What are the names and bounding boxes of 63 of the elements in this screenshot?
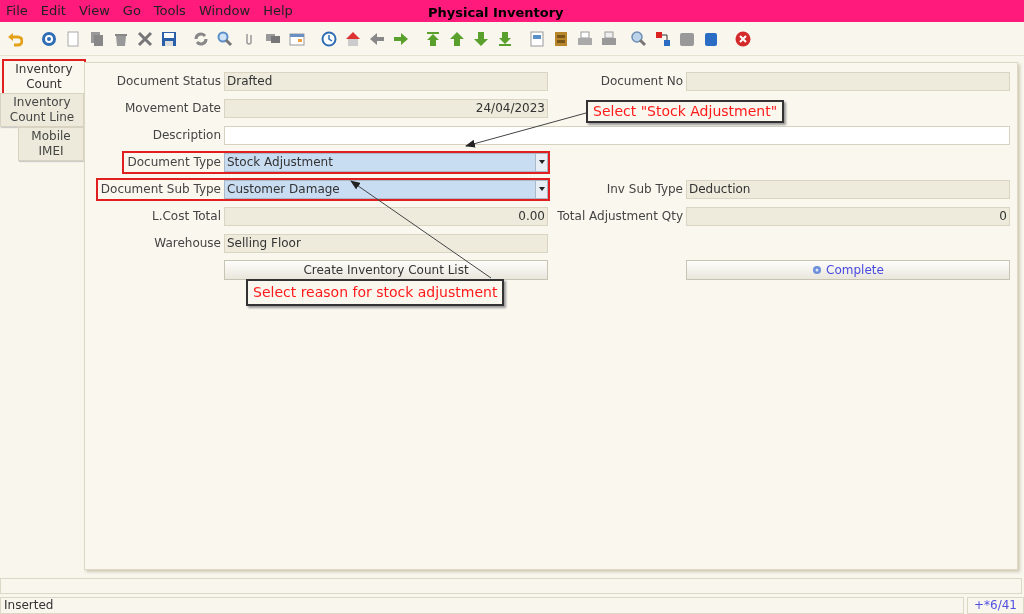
- calendar-icon[interactable]: [289, 30, 305, 47]
- field-label: Document No: [600, 73, 683, 90]
- search-icon[interactable]: [217, 30, 233, 47]
- refresh-icon[interactable]: [193, 30, 209, 47]
- report-icon[interactable]: [529, 30, 545, 47]
- square-icon[interactable]: [679, 30, 695, 47]
- readonly-field[interactable]: Drafted: [224, 71, 548, 91]
- home-icon[interactable]: [345, 30, 361, 47]
- text-field[interactable]: [224, 125, 1010, 145]
- transfer-icon[interactable]: [655, 30, 671, 47]
- field-label: Document Sub Type: [100, 181, 221, 198]
- tab[interactable]: Mobile IMEI: [18, 127, 84, 161]
- callout: Select reason for stock adjustment: [246, 279, 505, 306]
- menu-item[interactable]: Tools: [153, 1, 186, 21]
- up-arrow-icon[interactable]: [449, 30, 465, 47]
- right-arrow-icon[interactable]: [393, 30, 409, 47]
- caret-icon: [538, 160, 545, 164]
- record-counter[interactable]: +*6/41: [967, 597, 1024, 614]
- field-label: L.Cost Total: [151, 208, 221, 225]
- field-label: Description: [152, 127, 221, 144]
- readonly-field[interactable]: 0: [686, 206, 1010, 226]
- cabinet-icon[interactable]: [553, 30, 569, 47]
- first-record-icon[interactable]: [425, 30, 441, 47]
- menu-item[interactable]: Go: [122, 1, 141, 21]
- field-label: Inv Sub Type: [606, 181, 683, 198]
- menu-item[interactable]: Window: [198, 1, 251, 21]
- last-record-icon[interactable]: [497, 30, 513, 47]
- box-icon[interactable]: [703, 30, 719, 47]
- help-icon[interactable]: [41, 30, 57, 47]
- readonly-field[interactable]: 0.00: [224, 206, 548, 226]
- complete-button[interactable]: Complete: [686, 260, 1010, 280]
- status-message: Inserted: [0, 597, 964, 614]
- menu-item[interactable]: Help: [263, 1, 293, 21]
- menu-item[interactable]: File: [6, 1, 28, 21]
- menu-item[interactable]: View: [78, 1, 110, 21]
- close-icon[interactable]: [735, 30, 751, 47]
- left-arrow-icon[interactable]: [369, 30, 385, 47]
- readonly-field[interactable]: Deduction: [686, 179, 1010, 199]
- readonly-field[interactable]: 24/04/2023: [224, 98, 548, 118]
- readonly-field[interactable]: Selling Floor: [224, 233, 548, 253]
- callout: Select "Stock Adjustment": [586, 100, 785, 123]
- readonly-field[interactable]: [686, 71, 1010, 91]
- window-title: Physical Inventory: [428, 4, 564, 22]
- gear-icon: [812, 265, 823, 275]
- tab[interactable]: Inventory Count Line: [0, 93, 84, 127]
- field-label: Document Type: [127, 154, 221, 171]
- field-label: Document Status: [116, 73, 221, 90]
- dropdown-field[interactable]: Customer Damage: [224, 179, 548, 199]
- dropdown-field[interactable]: Stock Adjustment: [224, 152, 548, 172]
- clock-icon[interactable]: [321, 30, 337, 47]
- caret-icon: [538, 187, 545, 191]
- copy-icon[interactable]: [89, 30, 105, 47]
- field-label: Movement Date: [124, 100, 221, 117]
- undo-icon[interactable]: [7, 30, 23, 47]
- printer-icon[interactable]: [601, 30, 617, 47]
- create-list-button[interactable]: Create Inventory Count List: [224, 260, 548, 280]
- printer-icon[interactable]: [577, 30, 593, 47]
- zoom-icon[interactable]: [631, 30, 647, 47]
- menu-item[interactable]: Edit: [40, 1, 66, 21]
- save-icon[interactable]: [161, 30, 177, 47]
- down-arrow-icon[interactable]: [473, 30, 489, 47]
- field-label: Warehouse: [154, 235, 221, 252]
- field-label: Total Adjustment Qty: [557, 208, 683, 225]
